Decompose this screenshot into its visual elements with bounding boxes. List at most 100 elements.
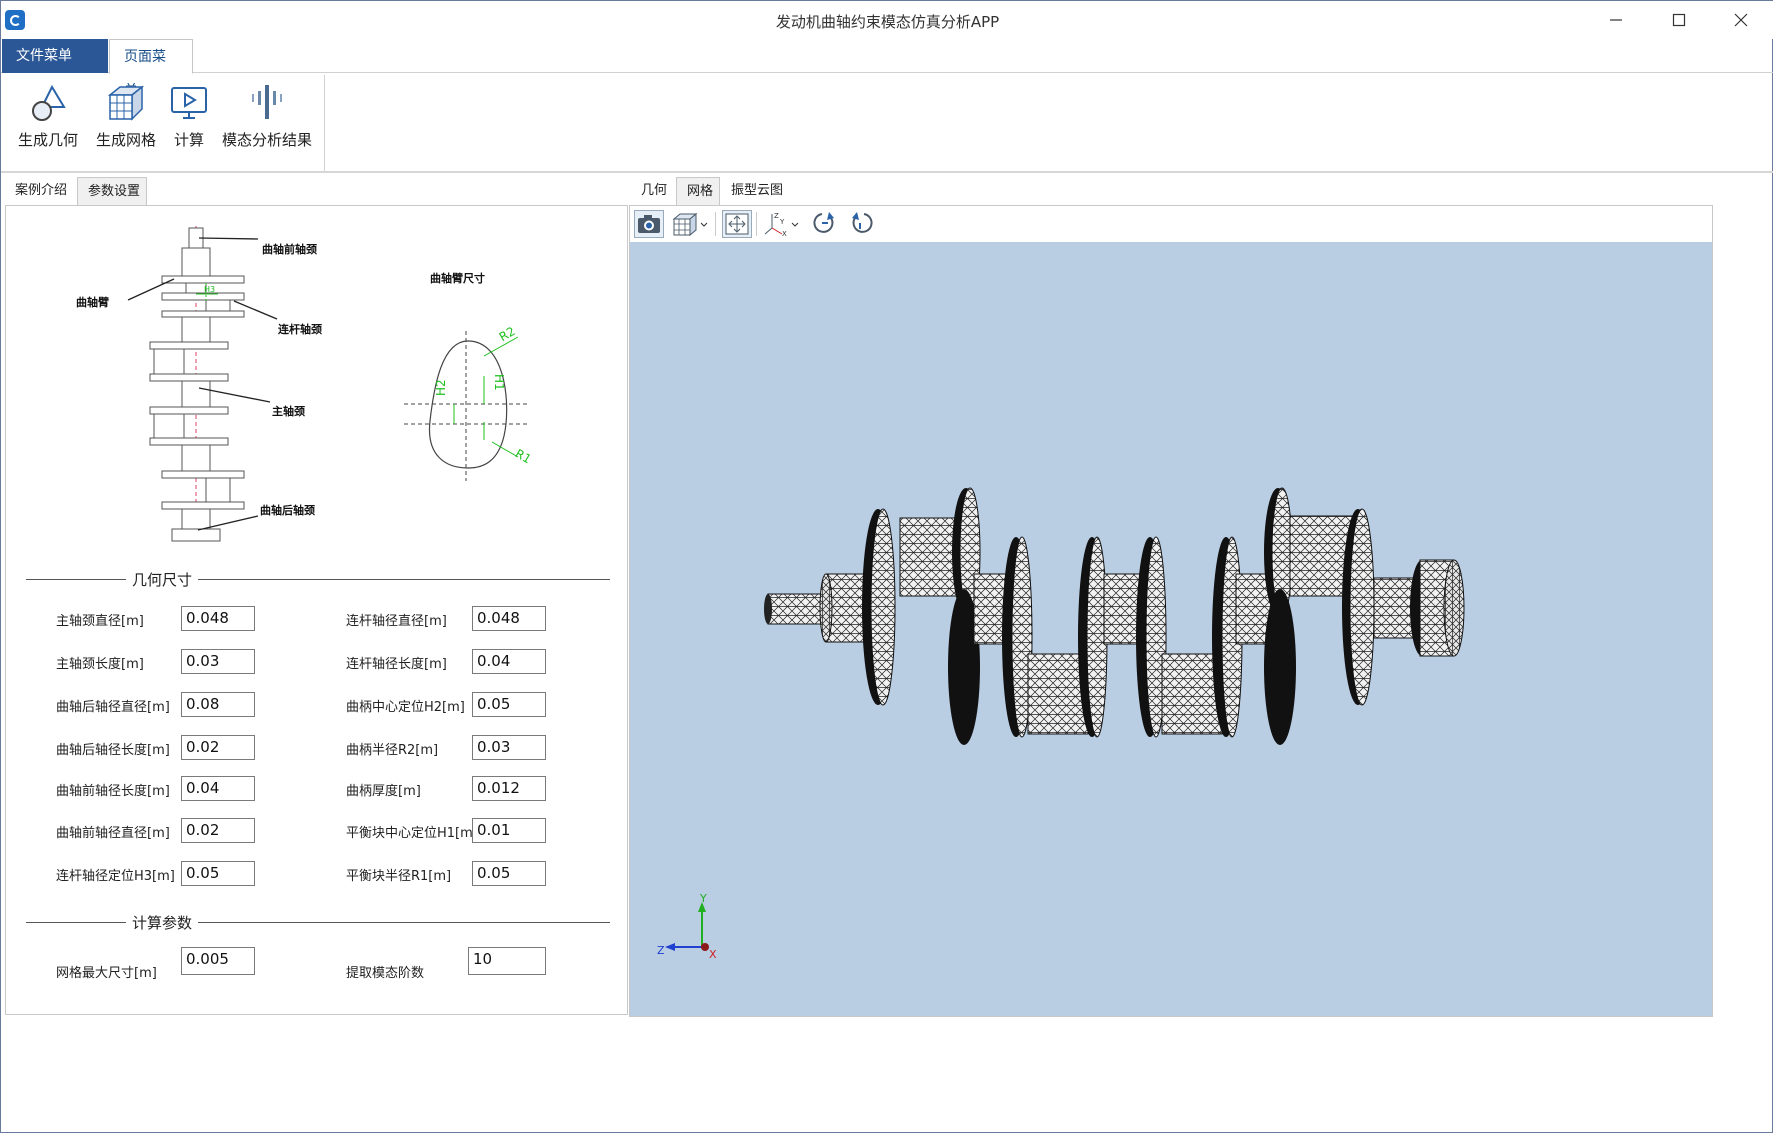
crank-thickness-input[interactable]: 0.012 [472,776,546,801]
main-journal-diameter-input[interactable]: 0.048 [181,606,255,631]
ribbon-toolbar: 生成几何 生成网格 计算 模态分析结果 [1,73,1773,173]
axes-orientation-icon: Z Y X [764,212,799,238]
modal-result-label: 模态分析结果 [221,131,312,149]
viewer-toolbar: Z Y X [630,206,1712,242]
axes-orientation-dropdown[interactable]: Z Y X [762,210,802,238]
crankshaft-schematic: H3 曲轴前轴颈 曲轴臂 连杆轴颈 主轴颈 曲轴后轴颈 曲轴臂尺寸 R2 H1 … [76,226,534,542]
tab-mesh[interactable]: 网格 [676,177,720,205]
geometry-section-divider [26,579,610,580]
maximize-icon [1672,13,1686,27]
maximize-button[interactable] [1647,1,1711,39]
tab-page-menu[interactable]: 页面菜单 [109,39,193,99]
param-label: 主轴颈长度[m] [56,657,144,672]
svg-text:Z: Z [774,212,779,220]
view-cube-dropdown[interactable] [670,210,710,238]
close-button[interactable] [1709,1,1773,39]
window-title: 发动机曲轴约束模态仿真分析APP [775,13,1000,31]
param-label: 曲柄半径R2[m] [346,743,439,758]
crankpin-label: 连杆轴颈 [278,322,322,336]
generate-geometry-button[interactable]: 生成几何 [15,83,81,163]
title-bar: 发动机曲轴约束模态仿真分析APP [1,1,1773,39]
svg-text:X: X [782,230,787,238]
generate-mesh-label: 生成网格 [95,131,156,149]
calc-section-divider [26,922,610,923]
compute-button[interactable]: 计算 [167,83,211,163]
minimize-button[interactable] [1584,1,1648,39]
front-journal-label: 曲轴前轴颈 [262,242,317,256]
tab-parameter-settings[interactable]: 参数设置 [77,177,147,205]
rear-journal-length-input[interactable]: 0.02 [181,735,255,760]
param-label: 平衡块半径R1[m] [346,869,452,884]
param-label: 主轴颈直径[m] [56,614,144,629]
param-label: 曲轴后轴径直径[m] [56,700,170,715]
app-window: 发动机曲轴约束模态仿真分析APP 文件菜单 页面菜单 生成几何 [0,0,1773,1133]
ribbon-divider [324,75,325,171]
modal-result-icon [252,85,282,119]
tab-geometry[interactable]: 几何 [631,177,675,205]
minimize-icon [1610,19,1622,21]
generate-mesh-button[interactable]: 生成网格 [93,83,159,163]
max-mesh-size-input[interactable]: 0.005 [181,947,255,975]
h3-label: H3 [204,285,215,294]
geometry-section-title: 几何尺寸 [126,569,199,590]
crankpin-position-h3-input[interactable]: 0.05 [181,861,255,886]
rotate-clockwise-button[interactable] [810,210,840,238]
compute-icon [171,87,207,119]
crankshaft-mesh-model [764,487,1465,745]
rear-journal-label: 曲轴后轴颈 [260,503,315,517]
axis-triad: Y Z X [657,892,717,961]
param-label: 平衡块中心定位H1[m] [346,826,478,841]
mode-count-input[interactable]: 10 [468,947,546,975]
modal-result-button[interactable]: 模态分析结果 [219,83,315,163]
crank-arm-label: 曲轴臂 [76,295,109,309]
3d-viewport[interactable]: Y Z X [630,242,1712,1016]
screenshot-button[interactable] [634,210,664,238]
rotate-ccw-icon [852,212,873,233]
r2-label: R2 [497,324,518,344]
param-label: 连杆轴径直径[m] [346,614,447,629]
tab-file-menu[interactable]: 文件菜单 [2,39,108,73]
compute-label: 计算 [173,131,204,149]
geometry-icon [32,84,66,121]
rotate-cw-icon [813,212,834,233]
fit-view-icon [725,213,749,235]
axis-z-label: Z [657,944,665,957]
param-label: 曲轴后轴径长度[m] [56,743,170,758]
crank-center-h2-input[interactable]: 0.05 [472,692,546,717]
param-label: 曲柄厚度[m] [346,784,421,799]
param-label: 提取模态阶数 [346,966,425,981]
crankpin-diameter-input[interactable]: 0.048 [472,606,546,631]
rear-journal-diameter-input[interactable]: 0.08 [181,692,255,717]
camera-icon [638,215,660,233]
front-journal-diameter-input[interactable]: 0.02 [181,818,255,843]
param-label: 曲轴前轴径直径[m] [56,826,170,841]
mesh-icon [107,85,145,121]
rotate-counterclockwise-button[interactable] [848,210,878,238]
front-journal-length-input[interactable]: 0.04 [181,776,255,801]
arm-dimensions-label: 曲轴臂尺寸 [430,271,485,285]
crank-radius-r2-input[interactable]: 0.03 [472,735,546,760]
parameter-panel: H3 曲轴前轴颈 曲轴臂 连杆轴颈 主轴颈 曲轴后轴颈 曲轴臂尺寸 R2 H1 … [5,205,628,1015]
axis-x-label: X [709,948,717,961]
generate-geometry-label: 生成几何 [17,131,78,149]
toolbar-divider [715,212,716,236]
tab-case-intro[interactable]: 案例介绍 [5,177,77,205]
fit-view-button[interactable] [722,210,752,238]
tab-mode-shape[interactable]: 振型云图 [721,177,791,205]
r1-label: R1 [513,446,534,466]
h2-label: H2 [434,379,448,396]
param-label: 曲柄中心定位H2[m] [346,700,465,715]
svg-text:Y: Y [779,218,785,226]
view-cube-icon [672,212,708,237]
crankpin-length-input[interactable]: 0.04 [472,649,546,674]
counterweight-radius-r1-input[interactable]: 0.05 [472,861,546,886]
counterweight-center-h1-input[interactable]: 0.01 [472,818,546,843]
main-journal-length-input[interactable]: 0.03 [181,649,255,674]
param-label: 网格最大尺寸[m] [56,966,157,981]
calc-section-title: 计算参数 [126,912,199,933]
h1-label: H1 [492,374,506,391]
main-journal-label: 主轴颈 [272,404,305,418]
param-label: 曲轴前轴径长度[m] [56,784,170,799]
ribbon-tab-bar: 文件菜单 页面菜单 [1,39,1773,99]
param-label: 连杆轴径定位H3[m] [56,869,175,884]
